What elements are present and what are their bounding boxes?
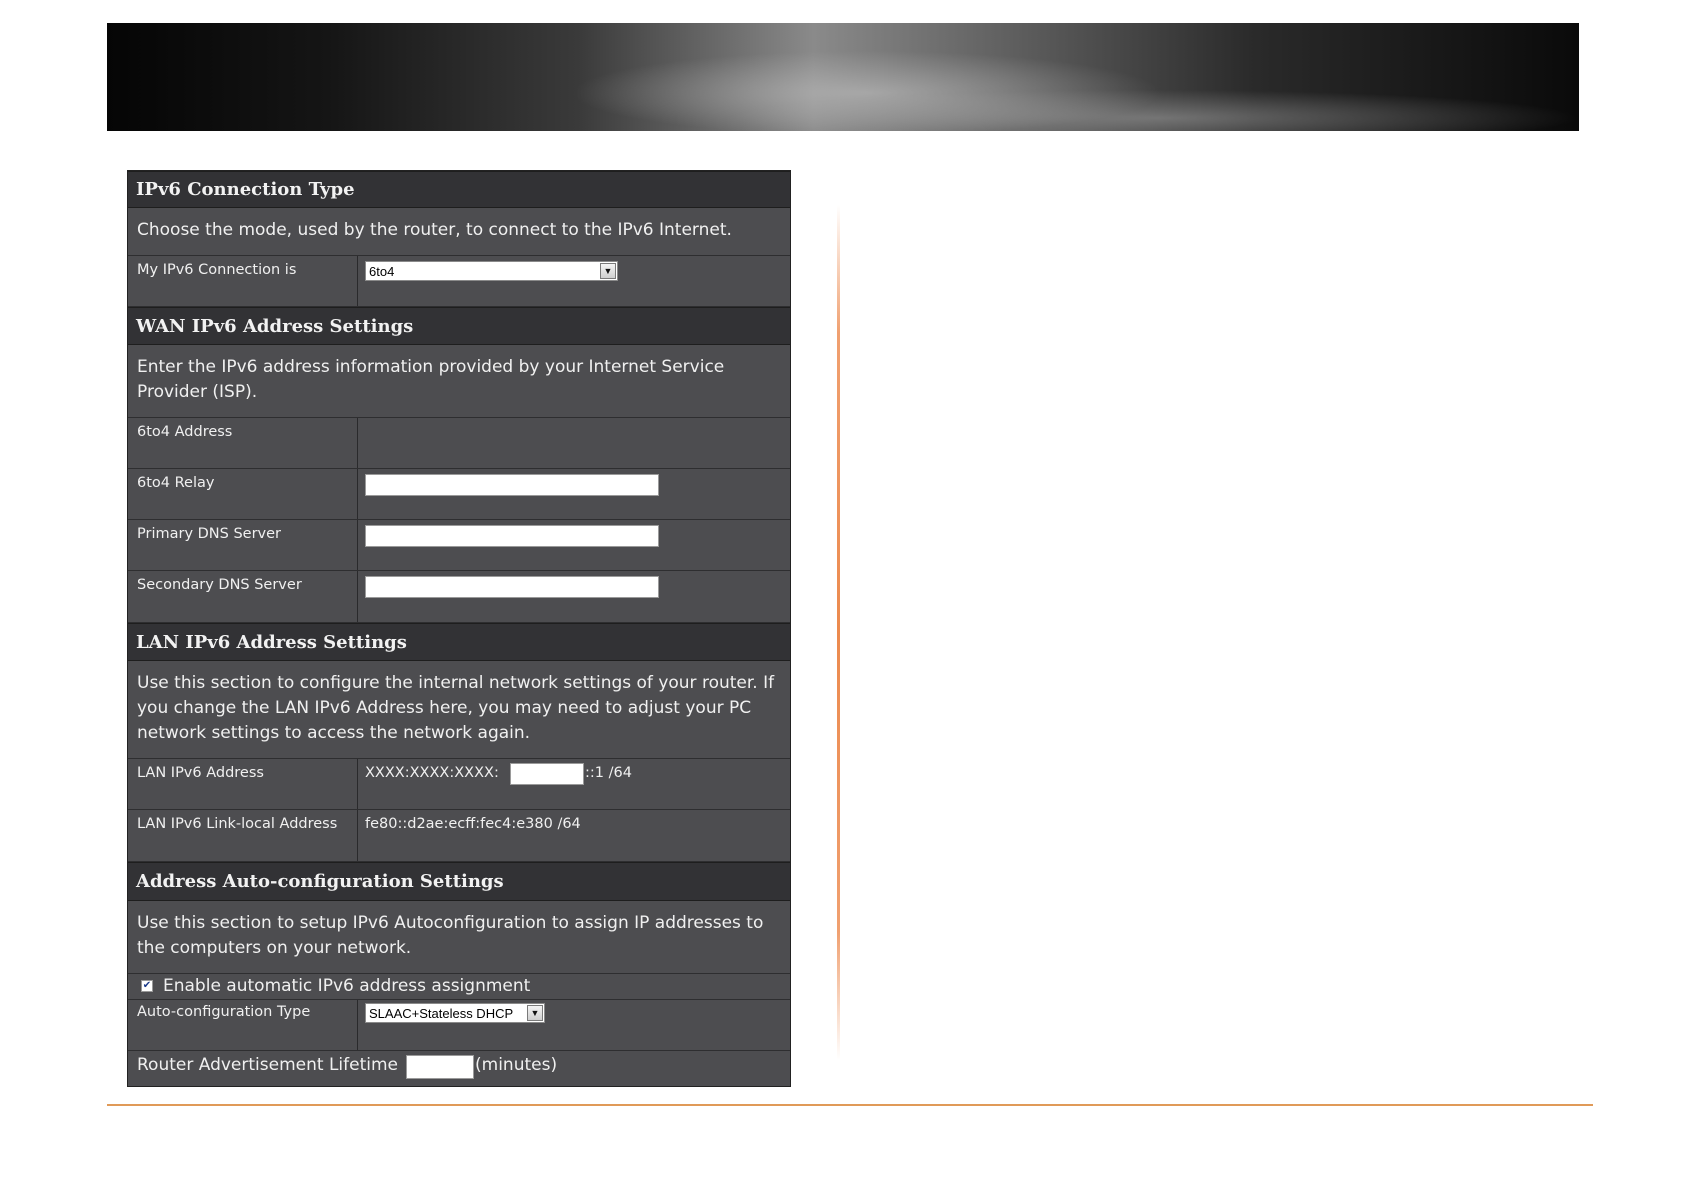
lan-address-suffix: ::1 /64 [585,765,632,781]
secondary-dns-input[interactable] [365,576,659,598]
chevron-down-icon[interactable]: ▼ [600,263,616,279]
connection-type-select[interactable]: 6to4 ▼ [365,261,618,281]
connection-type-value: 6to4 [369,264,395,279]
autoconfig-type-row: Auto-configuration Type SLAAC+Stateless … [128,1000,790,1051]
6to4-relay-input[interactable] [365,474,659,496]
ra-lifetime-label: Router Advertisement Lifetime [137,1055,398,1075]
link-local-label: LAN IPv6 Link-local Address [137,816,338,832]
lan-ipv6-address-label: LAN IPv6 Address [137,765,264,781]
section-description: Use this section to configure the intern… [128,661,790,759]
ra-lifetime-input[interactable] [406,1055,474,1079]
section-title: WAN IPv6 Address Settings [136,315,414,337]
section-title: IPv6 Connection Type [136,179,355,200]
column-divider [357,1000,358,1050]
secondary-dns-label: Secondary DNS Server [137,577,302,593]
section-description: Use this section to setup IPv6 Autoconfi… [128,901,790,974]
6to4-relay-row: 6to4 Relay [128,469,790,520]
enable-autoconfig-checkbox[interactable]: ✔ [141,980,153,992]
primary-dns-label: Primary DNS Server [137,526,282,542]
enable-autoconfig-label: Enable automatic IPv6 address assignment [163,976,531,996]
footer-rule [107,1104,1593,1106]
ra-lifetime-unit: (minutes) [475,1055,558,1075]
connection-type-label: My IPv6 Connection is [137,262,297,278]
section-title: LAN IPv6 Address Settings [136,631,407,653]
autoconfig-type-value: SLAAC+Stateless DHCP [369,1006,514,1021]
section-description: Enter the IPv6 address information provi… [128,345,790,418]
autoconfig-type-label: Auto-configuration Type [137,1004,311,1020]
ra-lifetime-row: Router Advertisement Lifetime (minutes) [128,1051,790,1086]
column-divider [357,256,358,306]
section-description: Choose the mode, used by the router, to … [128,208,790,256]
6to4-address-label: 6to4 Address [137,424,233,440]
6to4-relay-label: 6to4 Relay [137,475,215,491]
link-local-value: fe80::d2ae:ecff:fec4:e380 /64 [365,816,581,832]
link-local-row: LAN IPv6 Link-local Address fe80::d2ae:e… [128,810,790,862]
section-header-lan: LAN IPv6 Address Settings [128,623,790,661]
primary-dns-row: Primary DNS Server [128,520,790,571]
column-divider [357,418,358,468]
ipv6-settings-panel: IPv6 Connection Type Choose the mode, us… [127,170,791,1087]
section-header-connection-type: IPv6 Connection Type [128,171,790,208]
column-divider [357,759,358,809]
chevron-down-icon[interactable]: ▼ [527,1005,543,1021]
vertical-divider [837,205,840,1060]
lan-address-prefix: XXXX:XXXX:XXXX: [365,765,499,781]
section-title: Address Auto-configuration Settings [136,871,504,892]
column-divider [357,520,358,570]
lan-ipv6-address-row: LAN IPv6 Address XXXX:XXXX:XXXX: ::1 /64 [128,759,790,810]
section-header-autoconfig: Address Auto-configuration Settings [128,862,790,901]
6to4-address-row: 6to4 Address [128,418,790,469]
lan-address-input[interactable] [510,763,584,785]
secondary-dns-row: Secondary DNS Server [128,571,790,623]
column-divider [357,571,358,622]
primary-dns-input[interactable] [365,525,659,547]
enable-autoconfig-row: ✔ Enable automatic IPv6 address assignme… [128,974,790,1000]
connection-type-row: My IPv6 Connection is 6to4 ▼ [128,256,790,307]
header-banner [107,23,1579,131]
column-divider [357,810,358,861]
section-header-wan: WAN IPv6 Address Settings [128,307,790,345]
column-divider [357,469,358,519]
autoconfig-type-select[interactable]: SLAAC+Stateless DHCP ▼ [365,1003,545,1023]
